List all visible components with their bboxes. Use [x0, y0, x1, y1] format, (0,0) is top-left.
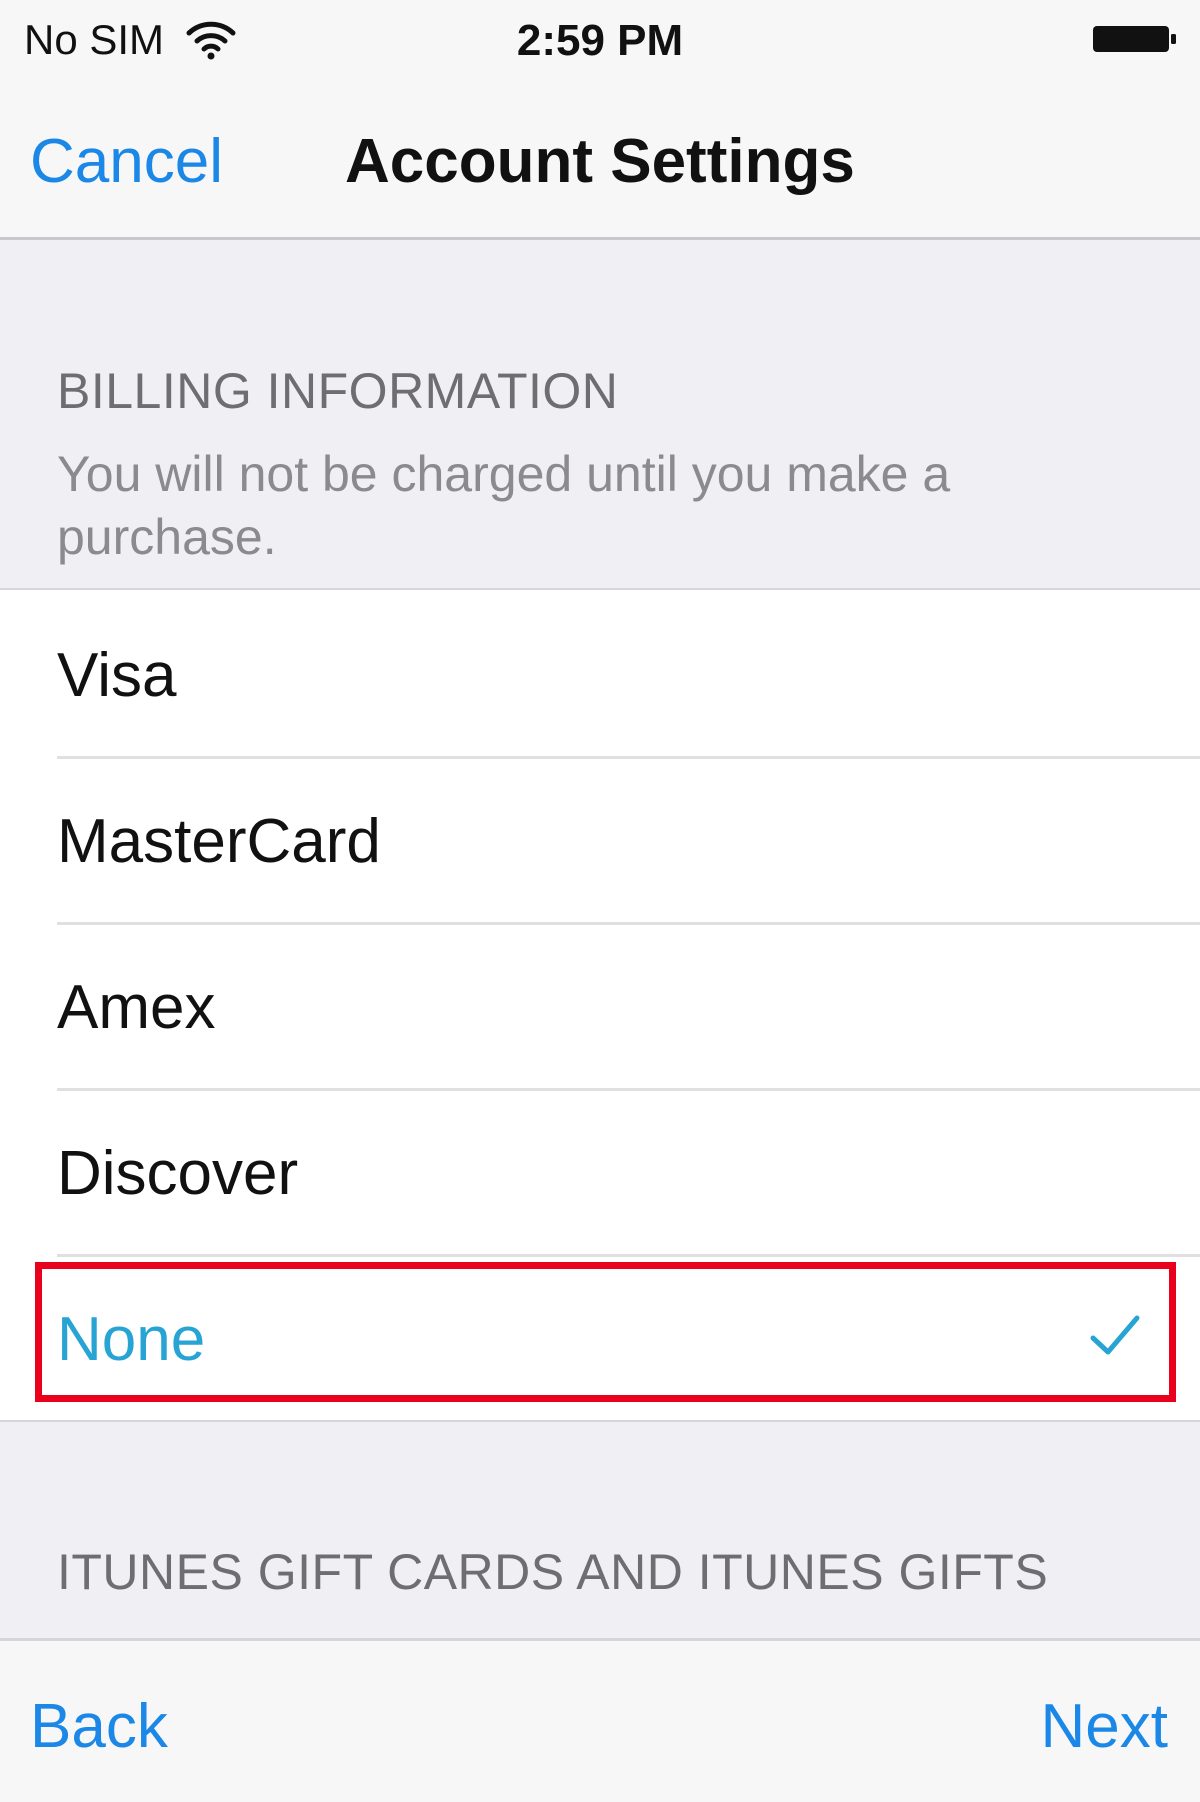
billing-option-none[interactable]: None [0, 1254, 1200, 1420]
navigation-bar: Cancel Account Settings [0, 82, 1200, 240]
billing-note: You will not be charged until you make a… [57, 446, 951, 565]
gift-section-header: ITUNES GIFT CARDS AND ITUNES GIFTS [57, 1544, 1049, 1600]
billing-option-label: MasterCard [57, 807, 381, 876]
billing-option-label: Visa [57, 641, 177, 710]
billing-option-visa[interactable]: Visa [0, 590, 1200, 756]
page-title: Account Settings [345, 127, 855, 196]
next-button[interactable]: Next [1041, 1691, 1168, 1762]
status-time: 2:59 PM [516, 16, 684, 65]
billing-option-label: Discover [57, 1139, 299, 1208]
billing-section-header: BILLING INFORMATION [57, 363, 619, 419]
billing-options-list: Visa MasterCard Amex Discover None [0, 588, 1200, 1422]
billing-option-label: Amex [57, 973, 216, 1042]
billing-option-label: None [57, 1305, 206, 1374]
status-bar: No SIM 2:59 PM [0, 0, 1200, 82]
cancel-button[interactable]: Cancel [30, 126, 223, 197]
billing-option-mastercard[interactable]: MasterCard [0, 756, 1200, 922]
billing-option-discover[interactable]: Discover [0, 1088, 1200, 1254]
billing-option-amex[interactable]: Amex [0, 922, 1200, 1088]
checkmark-icon [1090, 1315, 1140, 1355]
back-button[interactable]: Back [30, 1691, 168, 1762]
bottom-toolbar: Back Next [0, 1638, 1200, 1802]
battery-full-icon [1093, 26, 1176, 52]
